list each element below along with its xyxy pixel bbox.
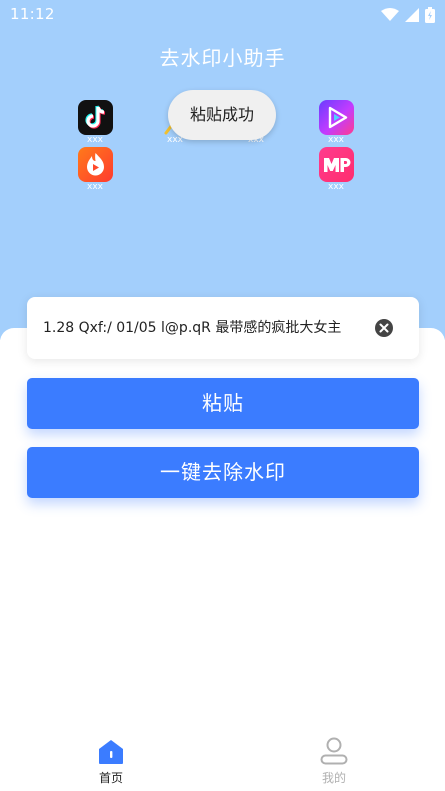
platform-weishi[interactable]: xxx <box>311 100 361 145</box>
tab-home-label: 首页 <box>98 771 123 785</box>
douyin-icon <box>77 100 113 135</box>
platform-name: xxx <box>87 182 103 192</box>
status-bar: 11:12 <box>0 0 445 30</box>
huoshan-icon <box>77 147 113 182</box>
battery-icon <box>425 7 435 23</box>
url-input-card: 1.28 Qxf:/ 01/05 l@p.qR 最带感的疯批大女主 <box>27 297 419 359</box>
url-input[interactable]: 1.28 Qxf:/ 01/05 l@p.qR 最带感的疯批大女主 <box>43 315 361 341</box>
status-time: 11:12 <box>10 5 55 23</box>
platform-huoshan[interactable]: xxx <box>70 147 120 192</box>
paste-button[interactable]: 粘贴 <box>27 378 419 429</box>
tab-profile-label: 我的 <box>321 771 346 785</box>
platform-name: xxx <box>328 135 344 145</box>
platform-meipai[interactable]: xxx <box>311 147 361 192</box>
toast-message: 粘贴成功 <box>168 90 276 140</box>
tab-home[interactable]: 首页 <box>61 728 161 791</box>
tab-profile[interactable]: 我的 <box>284 728 384 791</box>
bottom-tab-bar: 首页 我的 <box>0 728 445 791</box>
app-title: 去水印小助手 <box>159 46 286 70</box>
clear-input-button[interactable] <box>375 319 393 337</box>
platform-douyin[interactable]: xxx <box>70 100 120 145</box>
close-icon <box>379 323 389 333</box>
weishi-icon <box>318 100 354 135</box>
remove-watermark-button[interactable]: 一键去除水印 <box>27 447 419 498</box>
home-icon <box>99 740 123 764</box>
profile-icon <box>320 737 348 765</box>
platform-name: xxx <box>328 182 344 192</box>
status-icons <box>381 6 435 24</box>
meipai-icon <box>318 147 354 182</box>
platform-name: xxx <box>87 135 103 145</box>
signal-icon <box>405 8 419 22</box>
wifi-icon <box>381 8 399 21</box>
